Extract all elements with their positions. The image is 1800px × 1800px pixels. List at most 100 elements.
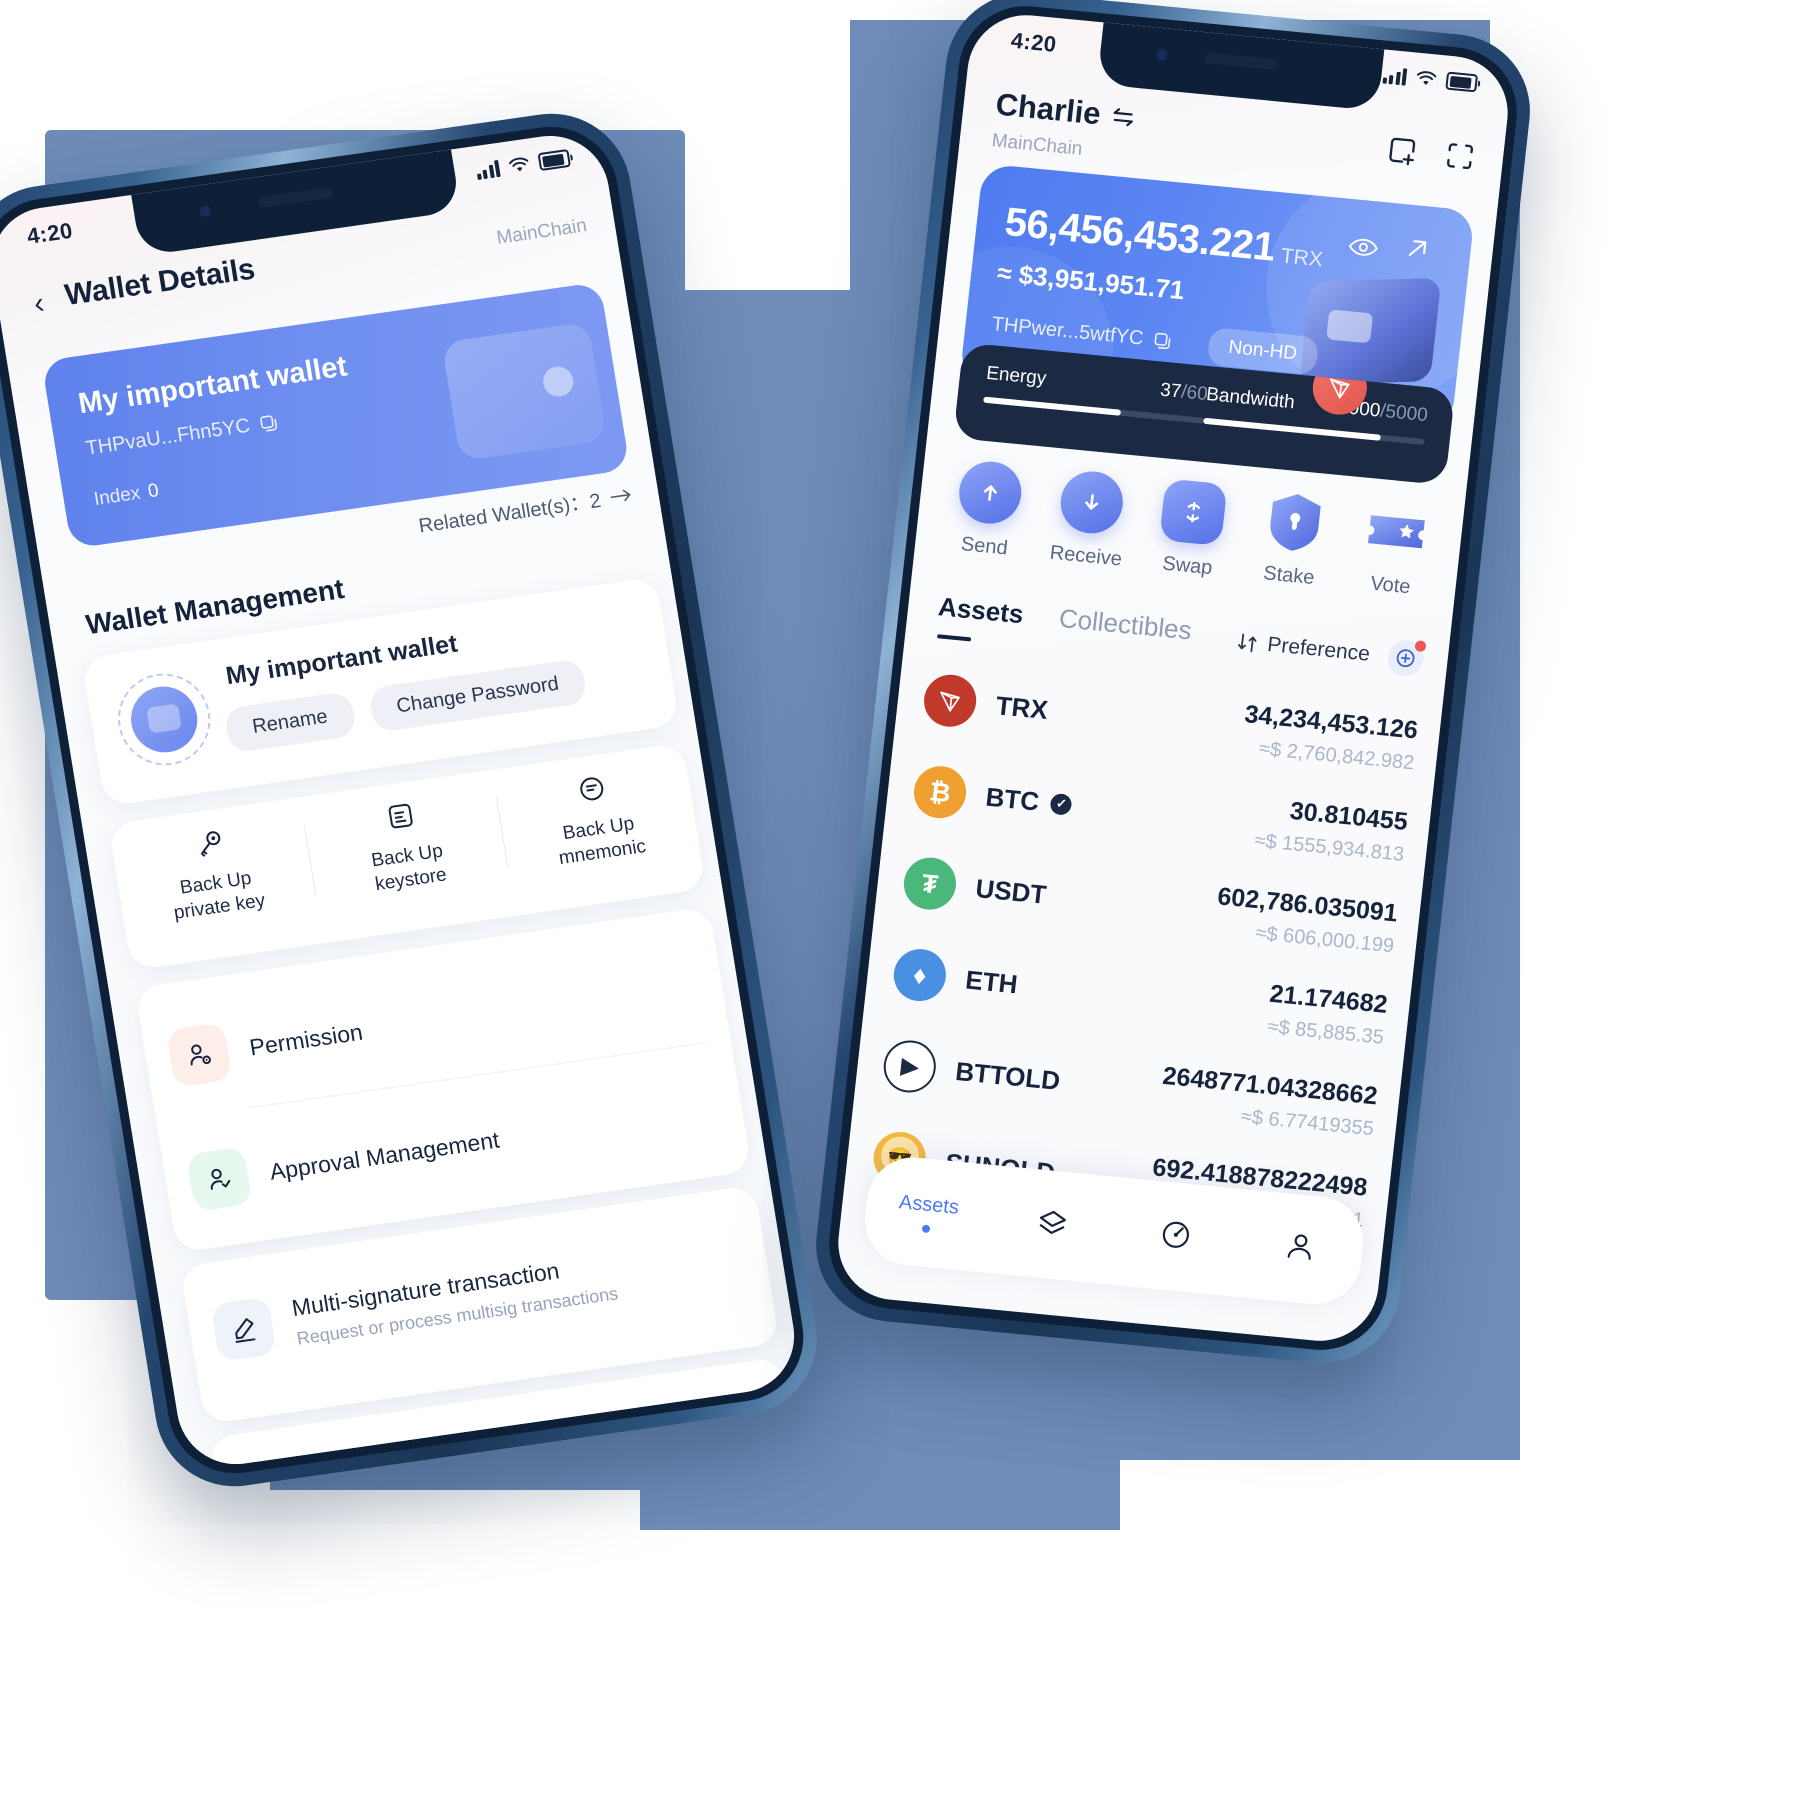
asset-values: 34,234,453.126 ≈$ 2,760,842.982 <box>1240 700 1419 775</box>
nav-item-layers[interactable] <box>988 1198 1117 1253</box>
menu-item-multisig[interactable]: Multi-signature transaction Request or p… <box>210 1229 750 1362</box>
nav-item-profile[interactable] <box>1236 1221 1365 1276</box>
asset-row-btc[interactable]: ₿ BTC ✓ 30.810455 ≈$ 1555,934.813 <box>911 763 1410 866</box>
asset-amount: 21.174682 <box>1268 979 1389 1019</box>
menu-item-permission[interactable]: Permission <box>165 955 706 1088</box>
menu-label-permission: Permission <box>247 1018 365 1060</box>
action-vote[interactable]: Vote <box>1338 496 1450 602</box>
backup-keystore-label: Back Up keystore <box>369 840 449 895</box>
preference-button[interactable]: Preference <box>1236 630 1371 667</box>
wifi-icon <box>508 157 529 171</box>
bittorrent-icon: ▶ <box>881 1038 939 1095</box>
battery-icon <box>537 148 572 172</box>
change-password-button[interactable]: Change Password <box>367 658 588 733</box>
resource-label: Bandwidth <box>1205 383 1296 414</box>
asset-tabs: Assets Collectibles <box>937 591 1193 646</box>
tether-icon: ₮ <box>901 855 959 912</box>
menu-label-approval-management: Approval Management <box>267 1126 502 1185</box>
asset-symbol: TRX <box>994 689 1050 725</box>
quick-actions: Send Receive Swap Stake Vote <box>932 457 1450 602</box>
account-name: Charlie <box>994 86 1103 132</box>
resource-energy[interactable]: Energy 37/60 <box>983 363 1209 424</box>
menu-text-multisig: Multi-signature transaction Request or p… <box>290 1249 620 1349</box>
back-chevron-icon[interactable]: ‹ <box>31 287 46 321</box>
add-token-icon[interactable] <box>1385 638 1426 678</box>
resource-label: Energy <box>985 362 1048 390</box>
asset-amount: 30.810455 <box>1288 796 1410 836</box>
action-label-swap: Swap <box>1161 552 1214 580</box>
keystore-icon <box>388 803 413 829</box>
send-arrow-up-icon <box>955 458 1025 527</box>
pencil-icon <box>210 1296 278 1362</box>
asset-row-eth[interactable]: ♦ ETH 21.174682 ≈$ 85,885.35 <box>891 946 1389 1049</box>
permission-icon <box>165 1022 233 1088</box>
wallet-index-row: Index 0 <box>92 480 160 511</box>
status-indicators <box>475 148 572 180</box>
nav-item-discover[interactable] <box>1112 1209 1241 1264</box>
account-switcher[interactable]: Charlie <box>994 87 1137 136</box>
wallet-address: THPvaU...Fhn5YC <box>84 414 252 460</box>
copy-icon[interactable] <box>257 412 280 435</box>
scan-qr-icon[interactable] <box>1441 138 1479 175</box>
action-send[interactable]: Send <box>932 457 1044 563</box>
asset-values: 21.174682 ≈$ 85,885.35 <box>1265 979 1389 1049</box>
avatar[interactable] <box>111 667 218 772</box>
battery-icon <box>1445 71 1479 93</box>
backup-keystore-button[interactable]: Back Up keystore <box>303 788 509 906</box>
wallet-3d-illustration <box>1298 273 1442 389</box>
preference-label: Preference <box>1266 632 1372 666</box>
asset-values: 602,786.035091 ≈$ 606,000.199 <box>1213 882 1399 958</box>
key-icon <box>200 831 220 857</box>
rename-button[interactable]: Rename <box>223 691 357 754</box>
asset-symbol: ETH <box>964 964 1020 999</box>
backup-private-key-button[interactable]: Back Up private key <box>111 815 317 933</box>
asset-usd: ≈$ 85,885.35 <box>1266 1015 1386 1049</box>
nav-item-assets[interactable]: Assets <box>864 1188 992 1239</box>
cellular-signal-icon <box>475 159 501 180</box>
asset-row-bttold[interactable]: ▶ BTTOLD 2648771.04328662 ≈$ 6.77419355 <box>881 1038 1379 1140</box>
backup-mnemonic-button[interactable]: Back Up mnemonic <box>494 760 700 878</box>
link-icon <box>237 1466 305 1472</box>
action-receive[interactable]: Receive <box>1034 467 1146 573</box>
vote-ticket-icon <box>1362 498 1431 566</box>
asset-usd: ≈$ 1555,934.813 <box>1253 829 1406 866</box>
action-stake[interactable]: Stake <box>1237 486 1349 592</box>
ethereum-icon: ♦ <box>891 946 949 1004</box>
status-indicators <box>1382 65 1479 93</box>
chain-label: MainChain <box>495 215 589 249</box>
stake-shield-icon <box>1261 488 1330 556</box>
add-wallet-icon[interactable] <box>1383 132 1421 169</box>
switch-account-icon <box>1113 108 1134 127</box>
discover-icon <box>1163 1221 1190 1248</box>
asset-symbol: BTC <box>984 781 1041 817</box>
arrow-right-icon <box>610 489 631 501</box>
verified-badge-icon: ✓ <box>1049 792 1074 816</box>
tab-collectibles[interactable]: Collectibles <box>1057 603 1194 647</box>
backup-private-key-label: Back Up private key <box>172 867 267 924</box>
asset-row-trx[interactable]: TRX 34,234,453.126 ≈$ 2,760,842.982 <box>921 672 1419 774</box>
resource-value: 37/60 <box>1159 379 1209 405</box>
layers-icon <box>1039 1210 1066 1234</box>
asset-row-usdt[interactable]: ₮ USDT 602,786.035091 ≈$ 606,000.199 <box>901 855 1399 957</box>
action-swap[interactable]: Swap <box>1135 476 1247 582</box>
wallet-address-row[interactable]: THPvaU...Fhn5YC <box>84 411 280 461</box>
action-label-vote: Vote <box>1369 572 1412 599</box>
swap-icon <box>1159 478 1228 546</box>
asset-symbol: USDT <box>974 872 1048 910</box>
wallet-index-value: 0 <box>146 480 161 503</box>
status-time: 4:20 <box>1009 27 1058 57</box>
sort-icon <box>1238 633 1257 653</box>
receive-arrow-down-icon <box>1057 468 1127 537</box>
asset-values: 30.810455 ≈$ 1555,934.813 <box>1253 793 1410 866</box>
nav-label-assets: Assets <box>897 1190 961 1219</box>
mnemonic-icon <box>580 777 604 801</box>
copy-icon[interactable] <box>1152 330 1174 352</box>
tab-assets[interactable]: Assets <box>937 591 1025 630</box>
asset-values: 2648771.04328662 ≈$ 6.77419355 <box>1158 1061 1379 1140</box>
eye-icon[interactable] <box>1347 235 1379 260</box>
action-label-receive: Receive <box>1048 541 1124 571</box>
screenshot-stage: 4:20 ‹ Wallet Details MainChain My impor… <box>0 0 1800 1800</box>
menu-item-approval-management[interactable]: Approval Management <box>186 1079 726 1212</box>
arrow-up-right-icon[interactable] <box>1403 234 1432 262</box>
backup-mnemonic-label: Back Up mnemonic <box>557 813 648 869</box>
